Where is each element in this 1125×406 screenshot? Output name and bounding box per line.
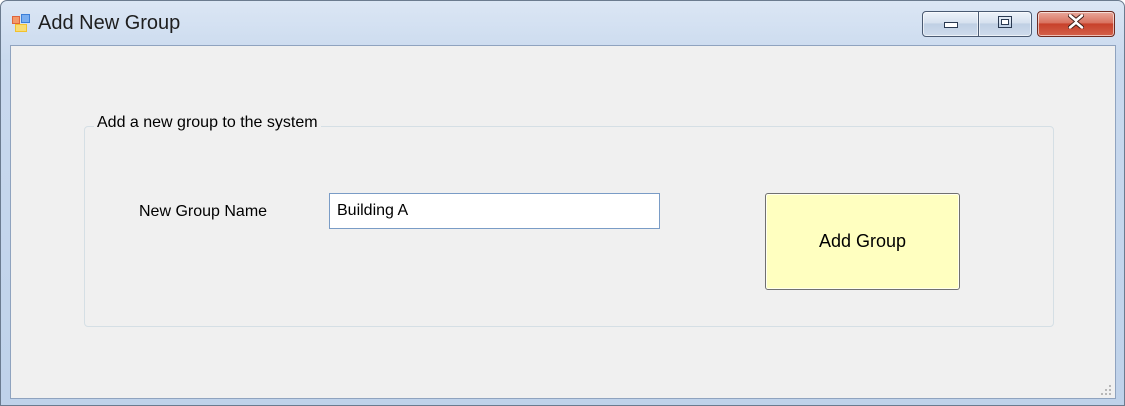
form-client-area: Add a new group to the system New Group … — [10, 45, 1116, 399]
app-icon — [12, 14, 30, 32]
groupbox-title: Add a new group to the system — [94, 114, 321, 132]
app-window: Add New Group Add a new group to the sys… — [0, 0, 1125, 406]
maximize-button[interactable] — [978, 11, 1032, 37]
minimize-icon — [943, 15, 958, 33]
add-group-button[interactable]: Add Group — [765, 193, 960, 290]
group-name-label: New Group Name — [139, 203, 268, 220]
window-title: Add New Group — [38, 12, 181, 34]
group-name-input[interactable] — [329, 193, 660, 229]
close-icon — [1067, 13, 1085, 34]
maximize-icon — [998, 15, 1012, 33]
close-button[interactable] — [1037, 11, 1115, 37]
title-bar[interactable]: Add New Group — [1, 1, 1124, 45]
minimize-button[interactable] — [922, 11, 979, 37]
resize-grip-icon[interactable] — [1100, 383, 1112, 395]
